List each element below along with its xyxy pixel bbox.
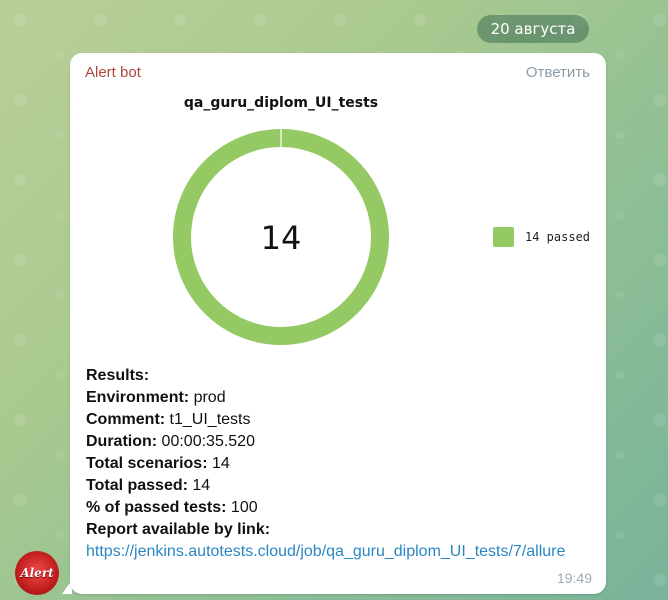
donut-center-value: 14 [261, 219, 302, 257]
info-line-percent-passed: % of passed tests: 100 [86, 497, 596, 519]
info-line-total-passed: Total passed: 14 [86, 475, 596, 497]
avatar-text: Alert [20, 566, 54, 580]
legend-swatch-passed [493, 227, 514, 247]
info-line-total-scenarios: Total scenarios: 14 [86, 453, 596, 475]
date-badge: 20 августа [477, 15, 589, 43]
results-text: Results: Environment: prod Comment: t1_U… [86, 365, 596, 563]
info-key: Duration: [86, 433, 158, 450]
report-label: Report available by link: [86, 521, 271, 538]
info-key: % of passed tests: [86, 499, 227, 516]
message-bubble[interactable]: Alert bot Ответить qa_guru_diplom_UI_tes… [70, 53, 606, 594]
info-value: 14 [207, 455, 230, 472]
report-link[interactable]: https://jenkins.autotests.cloud/job/qa_g… [86, 543, 565, 560]
message-time: 19:49 [556, 570, 592, 586]
info-value: 00:00:35.520 [157, 433, 255, 450]
info-key: Comment: [86, 411, 166, 428]
info-value: t1_UI_tests [165, 411, 251, 428]
donut-chart: 14 [173, 129, 389, 345]
info-key: Environment: [86, 389, 190, 406]
info-value: 14 [187, 477, 211, 494]
info-key: Total passed: [86, 477, 188, 494]
info-key: Total scenarios: [86, 455, 208, 472]
info-value: 100 [226, 499, 258, 516]
bot-avatar[interactable]: Alert [15, 551, 59, 595]
legend-label-passed: 14 passed [525, 230, 591, 244]
info-line-comment: Comment: t1_UI_tests [86, 409, 596, 431]
info-line-environment: Environment: prod [86, 387, 596, 409]
info-line-duration: Duration: 00:00:35.520 [86, 431, 596, 453]
results-header: Results: [86, 367, 150, 384]
info-value: prod [189, 389, 226, 406]
